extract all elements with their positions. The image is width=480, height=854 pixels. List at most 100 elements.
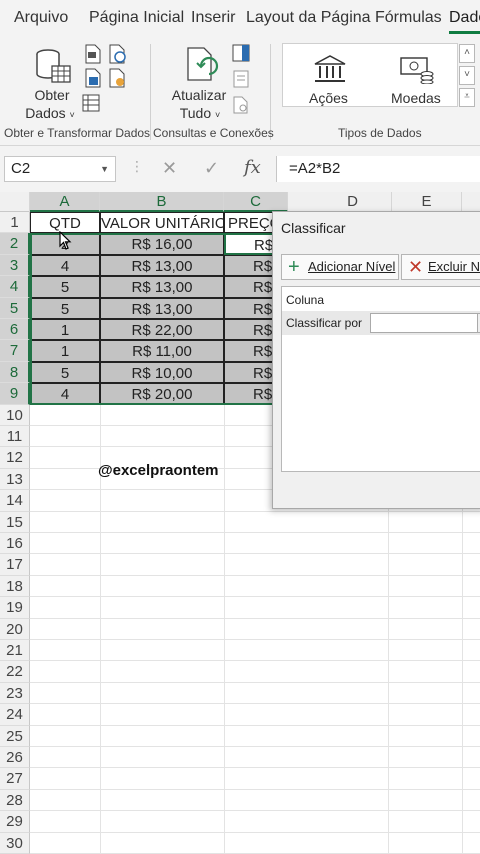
tab-dados[interactable]: Dados xyxy=(449,9,480,34)
text-csv-icon[interactable] xyxy=(84,44,102,64)
table-cell[interactable]: R$ 11,00 xyxy=(100,340,224,362)
properties-icon[interactable] xyxy=(232,70,250,88)
row-header-8[interactable]: 8 xyxy=(0,361,30,384)
table-cell[interactable]: R$ 13,00 xyxy=(100,297,224,319)
row-header-18[interactable]: 18 xyxy=(0,575,30,598)
row-header-24[interactable]: 24 xyxy=(0,704,30,726)
column-heading: Coluna xyxy=(286,293,325,307)
delete-level-button[interactable]: ✕ Excluir Nível xyxy=(401,254,480,280)
table-cell[interactable]: 1 xyxy=(30,319,100,341)
gallery-scroll-up-button[interactable]: ˄ xyxy=(459,44,475,63)
tab-inserir[interactable]: Inserir xyxy=(191,9,235,27)
table-range-icon[interactable] xyxy=(84,68,102,88)
row-header-13[interactable]: 13 xyxy=(0,468,30,491)
row-header-17[interactable]: 17 xyxy=(0,554,30,576)
row-header-21[interactable]: 21 xyxy=(0,640,30,662)
row-header-14[interactable]: 14 xyxy=(0,490,30,512)
row-header-20[interactable]: 20 xyxy=(0,618,30,640)
table-cell[interactable]: R$ 8 xyxy=(224,383,274,405)
row-header-6[interactable]: 6 xyxy=(0,319,30,341)
table-cell[interactable]: R$ 6 xyxy=(224,233,274,255)
row-header-1[interactable]: 1 xyxy=(0,212,30,234)
row-header-23[interactable]: 23 xyxy=(0,682,30,705)
row-header-29[interactable]: 29 xyxy=(0,811,30,833)
sort-by-column-select[interactable] xyxy=(370,313,480,333)
plus-icon: + xyxy=(288,256,300,278)
row-header-3[interactable]: 3 xyxy=(0,254,30,277)
table-cell[interactable]: R$ 2 xyxy=(224,319,274,341)
table-cell[interactable]: 1 xyxy=(30,340,100,362)
watermark-text: @excelpraontem xyxy=(98,462,219,479)
table-cell[interactable]: 5 xyxy=(30,297,100,319)
web-icon[interactable] xyxy=(108,44,126,64)
header-cell[interactable]: VALOR UNITÁRIO xyxy=(100,212,224,234)
row-header-12[interactable]: 12 xyxy=(0,447,30,469)
row-header-10[interactable]: 10 xyxy=(0,404,30,426)
row-header-7[interactable]: 7 xyxy=(0,340,30,362)
name-box[interactable]: C2 ▼ xyxy=(4,156,116,182)
tab-arquivo[interactable]: Arquivo xyxy=(14,9,68,27)
select-all-corner[interactable] xyxy=(0,192,30,212)
table-cell[interactable]: R$ 16,00 xyxy=(100,233,224,255)
table-cell[interactable]: 4 xyxy=(30,383,100,405)
table-cell[interactable]: 4 xyxy=(30,254,100,277)
row-header-2[interactable]: 2 xyxy=(0,233,30,255)
column-header-a[interactable]: A xyxy=(30,192,100,212)
ribbon: Obter Dados ˅ Atualizar Tudo ˅ Ações Moe… xyxy=(0,40,480,146)
row-header-19[interactable]: 19 xyxy=(0,597,30,619)
table-cell[interactable]: R$ 20,00 xyxy=(100,383,224,405)
gallery-more-button[interactable]: ⩡ xyxy=(459,88,475,107)
refresh-all-label-1: Atualizar xyxy=(171,87,227,103)
table-cell[interactable]: R$ 1 xyxy=(224,340,274,362)
tab-pagina-inicial[interactable]: Página Inicial xyxy=(89,9,184,27)
add-level-button[interactable]: + Adicionar Nível xyxy=(281,254,399,280)
table-cell[interactable]: R$ 10,00 xyxy=(100,361,224,384)
insert-function-button[interactable]: fx xyxy=(244,158,261,178)
queries-connections-icon[interactable] xyxy=(232,44,250,62)
table-cell[interactable]: 5 xyxy=(30,276,100,298)
data-type-currencies-button[interactable]: Moedas xyxy=(387,44,451,106)
data-type-stocks-button[interactable]: Ações xyxy=(303,44,357,106)
row-header-5[interactable]: 5 xyxy=(0,297,30,319)
header-cell[interactable]: PREÇO xyxy=(224,212,274,234)
table-cell[interactable]: R$ 5 xyxy=(224,361,274,384)
recent-sources-icon[interactable] xyxy=(108,68,126,88)
table-cell[interactable]: 5 xyxy=(30,361,100,384)
row-header-22[interactable]: 22 xyxy=(0,661,30,683)
column-header-d[interactable]: D xyxy=(288,192,392,212)
column-header-c[interactable]: C xyxy=(224,192,288,212)
table-cell[interactable]: R$ 6 xyxy=(224,276,274,298)
table-cell[interactable]: R$ 13,00 xyxy=(100,276,224,298)
row-header-26[interactable]: 26 xyxy=(0,747,30,769)
get-data-button[interactable]: Obter Dados ˅ xyxy=(22,44,84,122)
cancel-icon[interactable]: ✕ xyxy=(162,158,177,178)
formula-input[interactable]: =A2*B2 xyxy=(276,156,480,182)
edit-links-icon[interactable] xyxy=(232,96,250,114)
gallery-scroll-down-button[interactable]: ˅ xyxy=(459,66,475,85)
add-level-label: Adicionar Nível xyxy=(308,259,396,274)
existing-connections-icon[interactable] xyxy=(82,94,100,112)
row-header-28[interactable]: 28 xyxy=(0,789,30,812)
column-header-b[interactable]: B xyxy=(100,192,224,212)
mouse-cursor-icon xyxy=(59,231,72,250)
row-header-15[interactable]: 15 xyxy=(0,511,30,533)
get-data-label-2: Dados ˅ xyxy=(25,105,75,121)
table-cell[interactable]: R$ 5 xyxy=(224,254,274,277)
enter-icon[interactable]: ✓ xyxy=(204,158,219,178)
row-header-30[interactable]: 30 xyxy=(0,832,30,854)
tab-layout-da-pagina[interactable]: Layout da Página xyxy=(246,9,371,27)
table-cell[interactable]: R$ 6 xyxy=(224,297,274,319)
row-header-27[interactable]: 27 xyxy=(0,768,30,790)
row-header-25[interactable]: 25 xyxy=(0,725,30,747)
table-cell[interactable]: R$ 13,00 xyxy=(100,254,224,277)
tab-formulas[interactable]: Fórmulas xyxy=(375,9,442,27)
row-header-11[interactable]: 11 xyxy=(0,426,30,448)
chevron-down-icon: ˅ xyxy=(69,110,75,120)
group-label-get-transform: Obter e Transformar Dados xyxy=(4,126,151,140)
column-header-e[interactable]: E xyxy=(392,192,462,212)
row-header-4[interactable]: 4 xyxy=(0,276,30,298)
row-header-16[interactable]: 16 xyxy=(0,533,30,555)
refresh-all-button[interactable]: Atualizar Tudo ˅ xyxy=(168,44,232,122)
table-cell[interactable]: R$ 22,00 xyxy=(100,319,224,341)
row-header-9[interactable]: 9 xyxy=(0,383,30,405)
